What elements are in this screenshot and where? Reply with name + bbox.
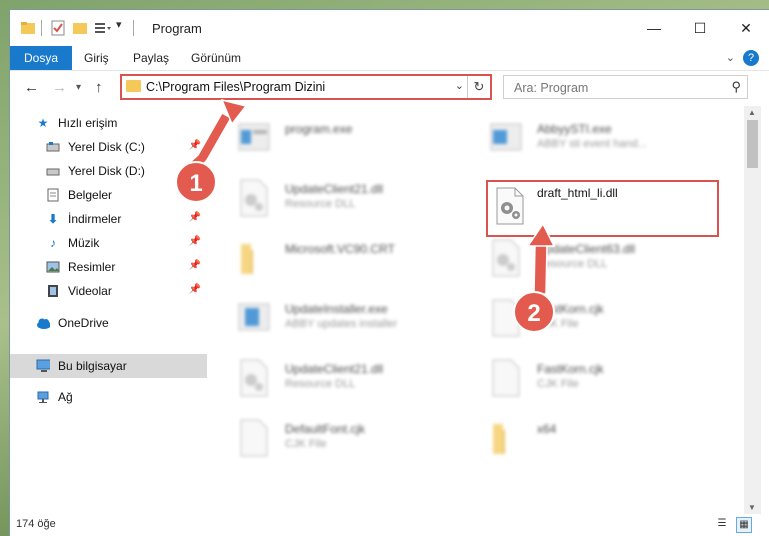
callout-2: 2 [513, 291, 555, 333]
callout-1: 1 [175, 161, 217, 203]
annotation-arrows [186, 98, 556, 295]
